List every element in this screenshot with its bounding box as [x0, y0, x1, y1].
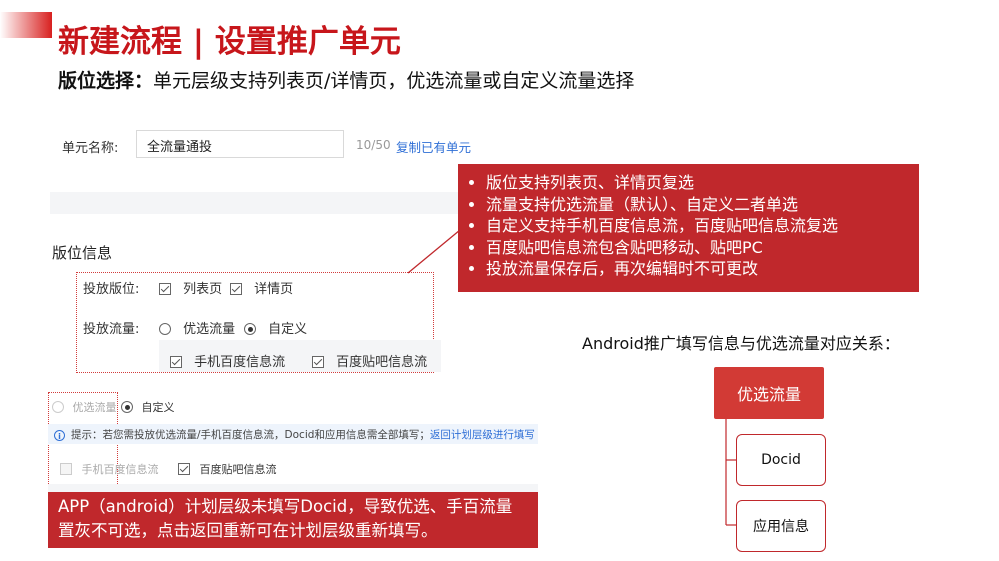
callout-item: 版位支持列表页、详情页复选: [486, 172, 909, 194]
custom-traffic-label: 自定义: [268, 322, 308, 337]
tieba-checkbox[interactable]: [312, 356, 324, 368]
custom-traffic-label-2: 自定义: [141, 401, 175, 414]
mobile-baidu-disabled-option: 手机百度信息流: [60, 461, 159, 477]
hint-text: 提示：若您需投放优选流量/手机百度信息流，Docid和应用信息需全部填写；: [71, 429, 430, 441]
placement-label: 投放版位:: [83, 282, 140, 297]
traffic-label: 投放流量:: [83, 322, 140, 337]
unit-name-input[interactable]: 全流量通投: [136, 130, 344, 158]
traffic-preferred-option[interactable]: 优选流量: [159, 318, 235, 337]
return-plan-link[interactable]: 返回计划层级进行填写: [430, 429, 535, 441]
subtitle-bold: 版位选择：: [58, 70, 154, 92]
relation-title: Android推广填写信息与优选流量对应关系：: [582, 334, 900, 353]
char-count: 10/50: [356, 138, 391, 152]
info-icon: i: [54, 430, 65, 441]
tieba-label: 百度贴吧信息流: [336, 355, 428, 370]
list-page-checkbox[interactable]: [159, 283, 171, 295]
hint-bar: i 提示：若您需投放优选流量/手机百度信息流，Docid和应用信息需全部填写；返回…: [48, 424, 538, 444]
bottom-note: APP（android）计划层级未填写Docid，导致优选、手百流量置灰不可选，…: [48, 492, 538, 548]
preferred-traffic-node: 优选流量: [714, 367, 824, 419]
callout-connector: [407, 229, 461, 274]
feature-callout: 版位支持列表页、详情页复选 流量支持优选流量（默认）、自定义二者单选 自定义支持…: [458, 164, 919, 292]
section-title: 版位信息: [52, 244, 113, 262]
tieba-option-2[interactable]: 百度贴吧信息流: [178, 461, 277, 477]
callout-item: 百度贴吧信息流包含贴吧移动、贴吧PC: [486, 237, 909, 259]
custom-tieba-option[interactable]: 百度贴吧信息流: [312, 351, 427, 370]
custom-mobile-baidu-option[interactable]: 手机百度信息流: [170, 351, 285, 370]
tieba-label-2: 百度贴吧信息流: [199, 463, 277, 476]
placement-list-option[interactable]: 列表页: [159, 278, 222, 297]
tieba-checkbox-2[interactable]: [178, 463, 190, 475]
unit-name-label: 单元名称:: [62, 141, 119, 156]
custom-traffic-radio-2[interactable]: [121, 401, 133, 413]
custom-traffic-option-2[interactable]: 自定义: [121, 399, 175, 415]
accent-bar: [0, 12, 52, 38]
subtitle-text: 单元层级支持列表页/详情页，优选流量或自定义流量选择: [153, 70, 635, 92]
preferred-traffic-disabled-option: 优选流量: [52, 399, 117, 415]
docid-node: Docid: [736, 434, 826, 486]
bottom-gray-band: [48, 484, 538, 492]
app-info-node: 应用信息: [736, 500, 826, 552]
preferred-traffic-label: 优选流量: [183, 322, 236, 337]
callout-item: 投放流量保存后，再次编辑时不可更改: [486, 258, 909, 280]
custom-traffic-radio[interactable]: [244, 323, 256, 335]
mobile-baidu-disabled-checkbox: [60, 463, 72, 475]
placement-detail-option[interactable]: 详情页: [230, 278, 293, 297]
page-title: 新建流程 | 设置推广单元: [58, 24, 401, 60]
detail-page-label: 详情页: [254, 282, 294, 297]
callout-item: 自定义支持手机百度信息流，百度贴吧信息流复选: [486, 215, 909, 237]
detail-page-checkbox[interactable]: [230, 283, 242, 295]
mobile-baidu-label: 手机百度信息流: [194, 355, 286, 370]
preferred-traffic-disabled-radio: [52, 401, 64, 413]
preferred-traffic-disabled-label: 优选流量: [72, 401, 117, 414]
callout-item: 流量支持优选流量（默认）、自定义二者单选: [486, 194, 909, 216]
page-subtitle: 版位选择：单元层级支持列表页/详情页，优选流量或自定义流量选择: [58, 66, 634, 93]
copy-unit-link[interactable]: 复制已有单元: [396, 137, 471, 156]
list-page-label: 列表页: [183, 282, 223, 297]
preferred-traffic-radio[interactable]: [159, 323, 171, 335]
mobile-baidu-checkbox[interactable]: [170, 356, 182, 368]
mobile-baidu-disabled-label: 手机百度信息流: [81, 463, 159, 476]
traffic-custom-option[interactable]: 自定义: [244, 318, 307, 337]
